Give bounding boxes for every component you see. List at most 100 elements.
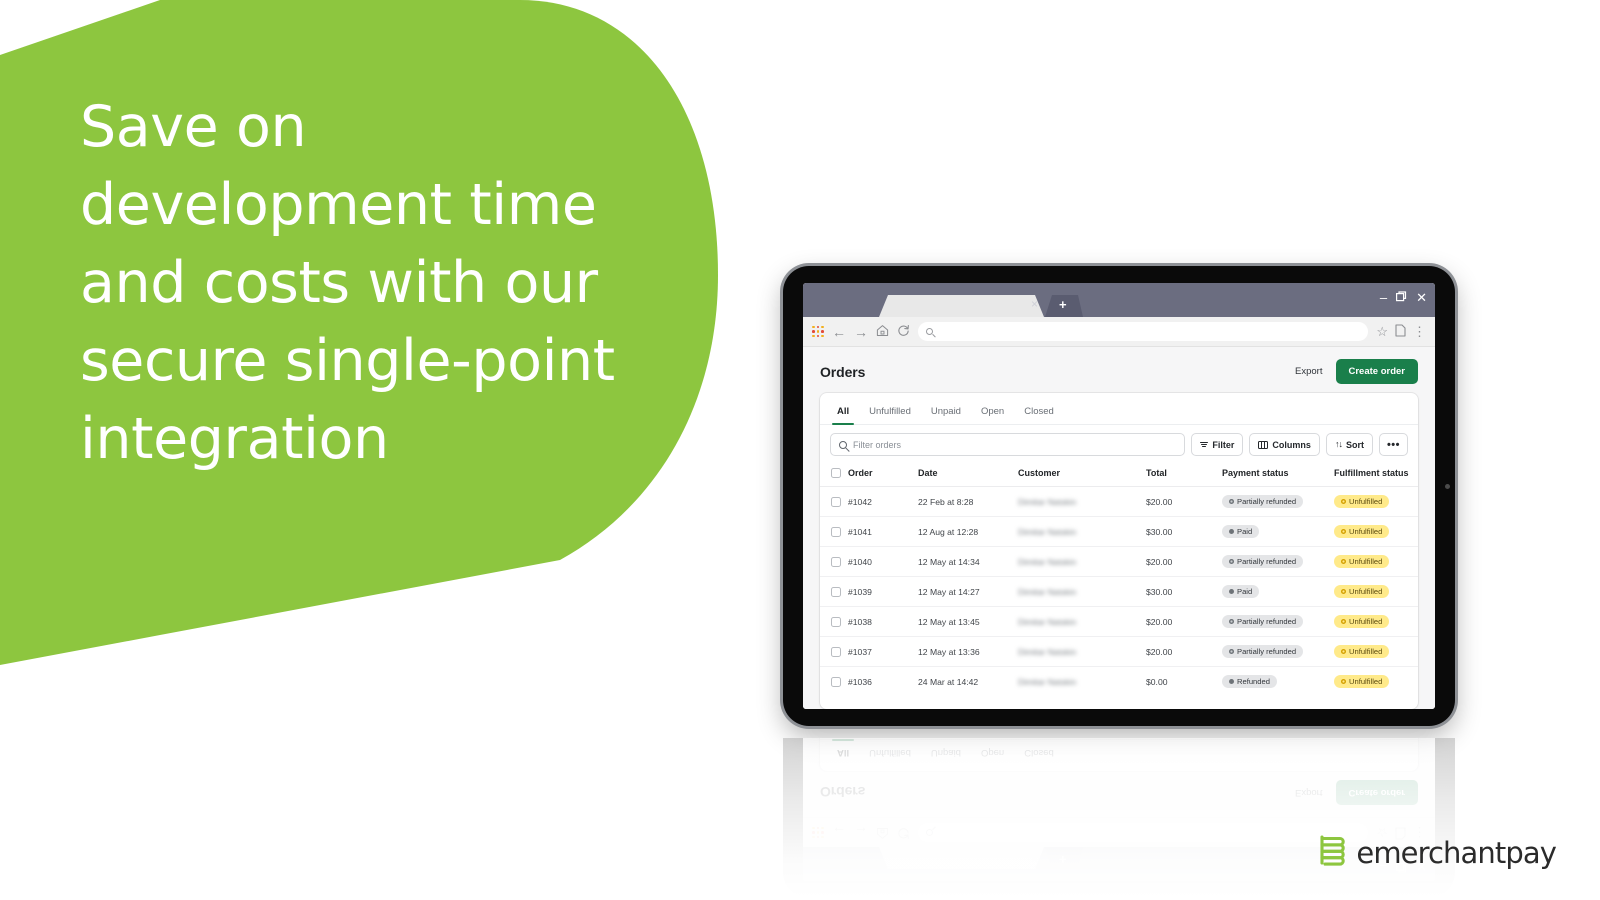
address-input <box>939 827 1361 838</box>
fulfillment-status-label: Unfulfilled <box>1349 557 1383 566</box>
back-arrow-icon[interactable]: ← <box>832 325 846 339</box>
new-tab-button[interactable]: + <box>1045 295 1083 317</box>
cell-order[interactable]: #1038 <box>848 606 918 637</box>
search-icon <box>839 440 847 449</box>
cell-date: 22 Feb at 8:28 <box>918 486 1018 517</box>
cell-date: 12 Aug at 12:28 <box>918 516 1018 547</box>
status-dot-icon <box>1341 529 1346 534</box>
column-header-fulfillment-status[interactable]: Fulfillment status <box>1334 464 1418 487</box>
close-window-icon[interactable]: ✕ <box>1416 291 1427 304</box>
tab-all[interactable]: All <box>828 402 858 425</box>
cell-total: $20.00 <box>1146 546 1222 577</box>
fulfillment-status-badge: Unfulfilled <box>1334 495 1390 508</box>
row-checkbox[interactable] <box>831 556 841 567</box>
reload-icon[interactable] <box>897 324 910 339</box>
new-tab-button: + <box>1045 847 1083 869</box>
address-bar[interactable] <box>918 322 1369 341</box>
bookmark-star-icon[interactable]: ☆ <box>1376 324 1388 340</box>
column-header-date[interactable]: Date <box>918 464 1018 487</box>
filter-orders-search[interactable] <box>830 433 1186 456</box>
cell-order[interactable]: #1039 <box>848 576 918 607</box>
cell-customer: Dimitar Natskin <box>1018 546 1146 577</box>
column-header-customer[interactable]: Customer <box>1018 464 1146 487</box>
table-row[interactable]: #1040 12 May at 14:34 Dimitar Natskin $20.0… <box>820 546 1418 577</box>
table-row[interactable]: #1039 12 May at 14:27 Dimitar Natskin $30.0… <box>820 576 1418 607</box>
select-all-checkbox[interactable] <box>831 468 841 478</box>
table-row[interactable]: #1042 22 Feb at 8:28 Dimitar Natskin $20.00… <box>820 486 1418 517</box>
forward-arrow-icon[interactable]: → <box>854 325 868 339</box>
select-all-header <box>820 464 848 487</box>
order-status-tabs: All Unfulfilled Unpaid Open Closed <box>820 393 1418 425</box>
row-checkbox[interactable] <box>831 526 841 537</box>
address-bar <box>918 823 1369 842</box>
filter-icon <box>1200 441 1209 448</box>
tab-open[interactable]: Open <box>972 402 1013 424</box>
tab-unfulfilled[interactable]: Unfulfilled <box>860 402 920 424</box>
column-header-payment-status[interactable]: Payment status <box>1222 464 1334 487</box>
table-row[interactable]: #1036 24 Mar at 14:42 Dimitar Natskin $0.00… <box>820 667 1418 697</box>
fulfillment-status-label: Unfulfilled <box>1349 617 1383 626</box>
cell-fulfillment-status: Unfulfilled <box>1334 667 1418 697</box>
home-icon[interactable] <box>876 324 889 339</box>
customer-name-redacted: Dimitar Natskin <box>1018 556 1077 567</box>
cell-fulfillment-status: Unfulfilled <box>1334 546 1418 577</box>
more-options-button[interactable]: ••• <box>1378 433 1408 456</box>
status-dot-icon <box>1341 559 1346 564</box>
filter-toolbar: Filter Columns ↑↓ Sort ••• <box>820 425 1418 464</box>
browser-menu-icon[interactable]: ⋮ <box>1413 324 1426 340</box>
cell-customer: Dimitar Natskin <box>1018 667 1146 697</box>
browser-toolbar: ← → ☆ ⋮ <box>803 317 1435 347</box>
payment-status-badge: Partially refunded <box>1222 495 1304 508</box>
cell-order[interactable]: #1041 <box>848 516 918 547</box>
payment-status-label: Partially refunded <box>1237 497 1297 506</box>
sort-button-label: Sort <box>1345 439 1364 450</box>
close-tab-icon[interactable]: × <box>1031 296 1038 312</box>
fulfillment-status-badge: Unfulfilled <box>1334 675 1390 688</box>
payment-status-label: Partially refunded <box>1237 647 1297 656</box>
browser-tab[interactable] <box>879 295 1044 317</box>
row-checkbox[interactable] <box>831 646 841 657</box>
address-input[interactable] <box>939 326 1361 337</box>
column-header-order[interactable]: Order <box>848 464 918 487</box>
filter-button[interactable]: Filter <box>1191 433 1244 456</box>
apps-grid-icon[interactable] <box>812 325 824 338</box>
column-header-total[interactable]: Total <box>1146 464 1222 487</box>
filter-orders-input[interactable] <box>853 439 1177 450</box>
cell-total: $20.00 <box>1146 636 1222 667</box>
tab-closed: Closed <box>1024 747 1054 758</box>
cell-order[interactable]: #1040 <box>848 546 918 577</box>
cell-fulfillment-status: Unfulfilled <box>1334 636 1418 667</box>
export-button[interactable]: Export <box>1295 366 1322 377</box>
status-dot-icon <box>1229 529 1234 534</box>
cell-customer: Dimitar Natskin <box>1018 636 1146 667</box>
columns-button[interactable]: Columns <box>1249 433 1320 456</box>
create-order-button[interactable]: Create order <box>1335 359 1418 384</box>
row-checkbox[interactable] <box>831 676 841 687</box>
cell-order[interactable]: #1036 <box>848 667 918 697</box>
orders-app: Orders Export Create order All Unfulfill… <box>803 738 1435 817</box>
table-header-row: Order Date Customer Total Payment status… <box>820 464 1418 487</box>
tab-all: All <box>828 740 858 762</box>
row-checkbox[interactable] <box>831 496 841 507</box>
cell-payment-status: Partially refunded <box>1222 636 1334 667</box>
payment-status-badge: Paid <box>1222 585 1260 598</box>
cell-order[interactable]: #1042 <box>848 486 918 517</box>
maximize-icon[interactable] <box>1396 291 1407 304</box>
reload-icon <box>897 825 910 840</box>
cell-total: $30.00 <box>1146 516 1222 547</box>
row-checkbox[interactable] <box>831 616 841 627</box>
tab-closed[interactable]: Closed <box>1015 402 1063 424</box>
table-row[interactable]: #1041 12 Aug at 12:28 Dimitar Natskin $30.0… <box>820 516 1418 547</box>
minimize-icon[interactable]: – <box>1380 291 1387 304</box>
cell-order[interactable]: #1037 <box>848 636 918 667</box>
forward-arrow-icon: → <box>854 824 868 841</box>
tab-unpaid[interactable]: Unpaid <box>922 402 970 424</box>
table-row[interactable]: #1037 12 May at 13:36 Dimitar Natskin $20.0… <box>820 636 1418 667</box>
row-checkbox[interactable] <box>831 586 841 597</box>
page-icon[interactable] <box>1395 323 1406 340</box>
table-row[interactable]: #1038 12 May at 13:45 Dimitar Natskin $20.0… <box>820 606 1418 637</box>
cell-date: 24 Mar at 14:42 <box>918 676 979 687</box>
sort-button[interactable]: ↑↓ Sort <box>1325 433 1373 456</box>
cell-total: $20.00 <box>1146 486 1222 517</box>
tab-open: Open <box>980 747 1005 758</box>
